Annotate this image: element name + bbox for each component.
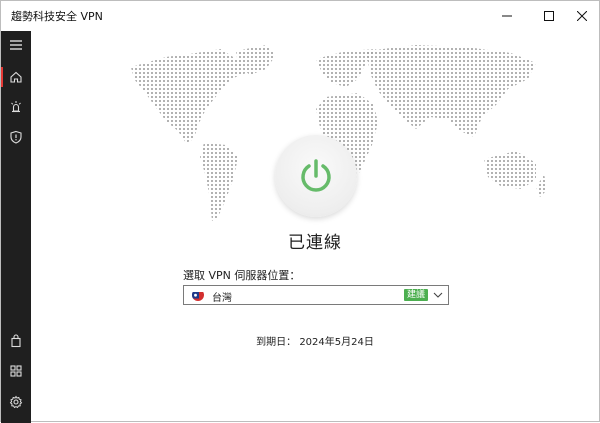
window-title: 趨勢科技安全 VPN [11, 10, 103, 23]
maximize-button[interactable] [531, 1, 567, 31]
menu-icon [10, 40, 22, 50]
gear-icon [9, 395, 23, 409]
connection-status: 已連線 [288, 233, 342, 253]
expiry-date: 到期日： 2024年5月24日 [256, 337, 374, 348]
sidebar-item-apps[interactable] [1, 357, 31, 385]
main-panel: 已連線 選取 VPN 伺服器位置： 台灣 建議 到期日： 2024年5月24日 [31, 31, 599, 421]
taiwan-flag-icon [192, 289, 204, 301]
sidebar-item-alerts[interactable] [1, 93, 31, 121]
close-icon [577, 11, 587, 21]
recommended-badge: 建議 [404, 289, 429, 301]
sidebar-item-home[interactable] [1, 63, 31, 91]
menu-button[interactable] [1, 31, 31, 59]
shield-icon [10, 130, 22, 144]
close-button[interactable] [564, 1, 600, 31]
bug-icon [11, 101, 21, 113]
selected-server-name: 台灣 [212, 293, 232, 304]
home-icon [10, 71, 22, 83]
minimize-button[interactable] [489, 1, 525, 31]
app-window: 趨勢科技安全 VPN 已連線 選取 VPN 伺服器位置： 台灣 建議 到期日： … [0, 0, 600, 423]
minimize-icon [502, 15, 512, 17]
connect-toggle-button[interactable] [275, 135, 357, 217]
maximize-icon [544, 11, 554, 21]
power-icon [301, 159, 331, 192]
grid-icon [10, 365, 22, 377]
server-select-label: 選取 VPN 伺服器位置： [183, 269, 301, 282]
sidebar [1, 31, 31, 423]
bag-icon [11, 334, 21, 348]
chevron-down-icon [433, 292, 443, 298]
sidebar-item-store[interactable] [1, 327, 31, 355]
server-location-dropdown[interactable]: 台灣 建議 [183, 285, 449, 305]
title-bar[interactable]: 趨勢科技安全 VPN [1, 1, 599, 31]
sidebar-item-protection[interactable] [1, 123, 31, 151]
sidebar-item-settings[interactable] [1, 388, 31, 416]
